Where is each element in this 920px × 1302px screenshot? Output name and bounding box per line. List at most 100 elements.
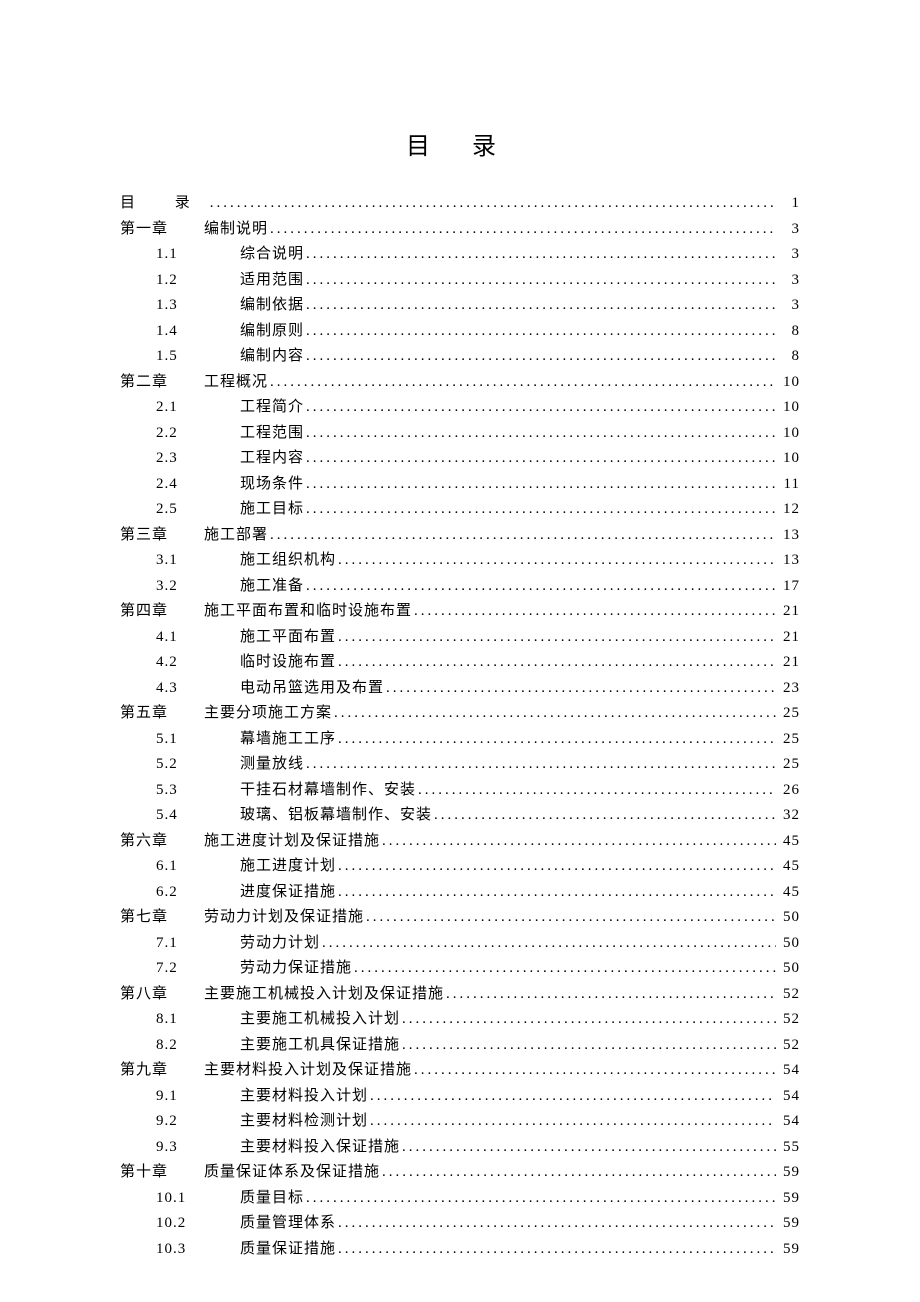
toc-leader-dots — [304, 344, 776, 370]
toc-entry-page: 3 — [776, 293, 800, 319]
toc-entry-label: 主要施工机械投入计划 — [240, 1007, 400, 1033]
toc-entry-number: 1.3 — [120, 293, 240, 319]
toc-leader-dots — [444, 982, 776, 1008]
toc-entry-label: 幕墙施工工序 — [240, 727, 336, 753]
toc-entry: 第十章质量保证体系及保证措施 59 — [120, 1160, 800, 1186]
toc-entry-label: 电动吊篮选用及布置 — [240, 676, 384, 702]
toc-entry: 4.3电动吊篮选用及布置23 — [120, 676, 800, 702]
toc-leader-dots — [352, 956, 776, 982]
toc-leader-dots — [304, 242, 776, 268]
toc-leader-dots — [368, 1084, 776, 1110]
toc-leader-dots — [304, 395, 776, 421]
toc-entry-number: 6.2 — [120, 880, 240, 906]
toc-leader-dots — [304, 268, 776, 294]
toc-entry-number: 8.2 — [120, 1033, 240, 1059]
toc-leader-dots — [268, 217, 776, 243]
toc-entry-label: 施工平面布置 — [240, 625, 336, 651]
toc-entry-label: 质量目标 — [240, 1186, 304, 1212]
toc-entry-label: 施工部署 — [204, 523, 268, 549]
toc-entry-page: 52 — [776, 1033, 800, 1059]
toc-entry-number: 第十章 — [120, 1160, 204, 1186]
toc-entry-number: 第六章 — [120, 829, 204, 855]
toc-entry: 6.1施工进度计划45 — [120, 854, 800, 880]
toc-entry-number: 第一章 — [120, 217, 204, 243]
toc-leader-dots — [336, 1237, 776, 1263]
toc-entry-label: 主要材料投入计划及保证措施 — [204, 1058, 412, 1084]
toc-entry: 8.1主要施工机械投入计划52 — [120, 1007, 800, 1033]
toc-entry-number: 第八章 — [120, 982, 204, 1008]
toc-entry-number: 2.1 — [120, 395, 240, 421]
toc-entry-page: 23 — [776, 676, 800, 702]
toc-entry: 第三章施工部署13 — [120, 523, 800, 549]
toc-leader-dots — [304, 421, 776, 447]
toc-leader-dots — [400, 1033, 776, 1059]
toc-entry-label: 测量放线 — [240, 752, 304, 778]
document-page: 目 录 目 录1第一章编制说明31.1综合说明31.2适用范围31.3编制依据3… — [0, 0, 920, 1302]
toc-entry: 目 录1 — [120, 191, 800, 217]
toc-entry: 5.3干挂石材幕墙制作、安装26 — [120, 778, 800, 804]
toc-entry-label: 施工目标 — [240, 497, 304, 523]
toc-entry-page: 10 — [776, 395, 800, 421]
toc-leader-dots — [368, 1109, 776, 1135]
toc-entry-number: 10.3 — [120, 1237, 240, 1263]
toc-entry-number: 7.2 — [120, 956, 240, 982]
toc-entry-label: 编制原则 — [240, 319, 304, 345]
toc-leader-dots — [380, 1160, 776, 1186]
toc-entry-label: 工程内容 — [240, 446, 304, 472]
toc-entry: 7.1劳动力计划50 — [120, 931, 800, 957]
toc-entry-page: 21 — [776, 650, 800, 676]
toc-leader-dots — [268, 523, 776, 549]
toc-entry: 7.2劳动力保证措施50 — [120, 956, 800, 982]
toc-leader-dots — [304, 574, 776, 600]
toc-entry-label: 干挂石材幕墙制作、安装 — [240, 778, 416, 804]
toc-entry: 9.1主要材料投入计划54 — [120, 1084, 800, 1110]
toc-entry-page: 45 — [776, 829, 800, 855]
toc-entry-page: 59 — [776, 1160, 800, 1186]
toc-entry-label: 施工进度计划 — [240, 854, 336, 880]
toc-leader-dots — [336, 727, 776, 753]
toc-entry-page: 10 — [776, 370, 800, 396]
toc-entry-number: 3.2 — [120, 574, 240, 600]
toc-entry: 第四章施工平面布置和临时设施布置21 — [120, 599, 800, 625]
toc-entry: 4.1施工平面布置21 — [120, 625, 800, 651]
toc-entry-label: 玻璃、铝板幕墙制作、安装 — [240, 803, 432, 829]
toc-entry: 10.2质量管理体系59 — [120, 1211, 800, 1237]
toc-list: 目 录1第一章编制说明31.1综合说明31.2适用范围31.3编制依据31.4编… — [120, 191, 800, 1262]
toc-leader-dots — [412, 1058, 776, 1084]
toc-entry-page: 26 — [776, 778, 800, 804]
toc-entry-number: 第七章 — [120, 905, 204, 931]
toc-entry-page: 25 — [776, 752, 800, 778]
toc-entry-page: 50 — [776, 956, 800, 982]
toc-entry-number: 2.2 — [120, 421, 240, 447]
toc-leader-dots — [304, 293, 776, 319]
toc-entry-number: 第九章 — [120, 1058, 204, 1084]
toc-entry-number: 第三章 — [120, 523, 204, 549]
toc-entry-page: 25 — [776, 727, 800, 753]
toc-leader-dots — [304, 1186, 776, 1212]
toc-entry-page: 10 — [776, 421, 800, 447]
toc-entry-label: 主要材料投入保证措施 — [240, 1135, 400, 1161]
toc-entry: 6.2进度保证措施45 — [120, 880, 800, 906]
toc-entry-number: 10.2 — [120, 1211, 240, 1237]
toc-entry-label: 主要分项施工方案 — [204, 701, 332, 727]
toc-entry-label: 现场条件 — [240, 472, 304, 498]
toc-entry: 2.2工程范围10 — [120, 421, 800, 447]
toc-entry-page: 54 — [776, 1084, 800, 1110]
toc-entry: 2.1工程简介10 — [120, 395, 800, 421]
toc-entry-label: 质量保证体系及保证措施 — [204, 1160, 380, 1186]
toc-entry-page: 3 — [776, 268, 800, 294]
toc-leader-dots — [304, 319, 776, 345]
toc-entry: 第二章工程概况10 — [120, 370, 800, 396]
toc-entry-number: 6.1 — [120, 854, 240, 880]
toc-entry-label: 编制依据 — [240, 293, 304, 319]
toc-entry-number: 1.5 — [120, 344, 240, 370]
toc-entry: 9.2主要材料检测计划54 — [120, 1109, 800, 1135]
toc-entry-label: 临时设施布置 — [240, 650, 336, 676]
toc-entry-number: 4.2 — [120, 650, 240, 676]
toc-entry-label: 施工准备 — [240, 574, 304, 600]
toc-entry-page: 21 — [776, 599, 800, 625]
toc-leader-dots — [336, 625, 776, 651]
toc-entry-label: 编制说明 — [204, 217, 268, 243]
toc-entry-number: 9.3 — [120, 1135, 240, 1161]
toc-entry-label: 工程概况 — [204, 370, 268, 396]
